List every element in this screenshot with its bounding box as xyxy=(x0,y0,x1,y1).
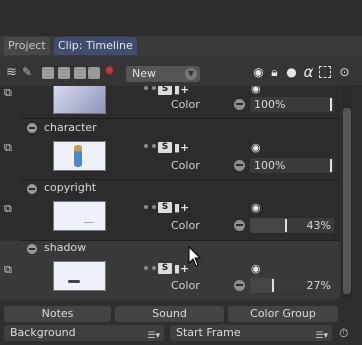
minus-icon[interactable] xyxy=(234,160,245,171)
tag-icon: ⧉ xyxy=(4,86,12,99)
copyright-mark xyxy=(84,222,94,223)
dots-icon xyxy=(144,205,156,209)
minus-icon[interactable] xyxy=(234,280,245,291)
notes-button[interactable]: Notes xyxy=(4,306,111,322)
attr-label: Color xyxy=(171,159,200,172)
tab-clip-timeline[interactable]: Clip: Timeline xyxy=(54,37,137,55)
layer-thumbnail xyxy=(53,261,106,291)
background-label: Background xyxy=(10,326,76,339)
tag-icon: ⧉ xyxy=(4,141,12,154)
target-icon[interactable]: ⊙ xyxy=(338,66,351,79)
layer-row[interactable]: ⧉ shadow S ▮+ ◉ Color 27% xyxy=(0,241,340,299)
character-figure xyxy=(74,145,82,167)
folder-icon[interactable] xyxy=(42,67,54,79)
layer-row[interactable]: ⧉ character S ▮+ ◉ Color 100% xyxy=(0,119,340,179)
opacity-slider[interactable]: 100% xyxy=(250,97,334,112)
opacity-value: 100% xyxy=(254,159,286,172)
tag-icon: ⧉ xyxy=(4,263,12,276)
s-badge[interactable]: S xyxy=(158,142,172,153)
eye-icon[interactable]: ◉ xyxy=(251,202,265,213)
eye-icon[interactable]: ◉ xyxy=(252,66,265,79)
attr-label: Color xyxy=(171,279,200,292)
slider-knob[interactable] xyxy=(272,279,274,292)
tab-project[interactable]: Project xyxy=(4,37,50,55)
dots-icon xyxy=(144,266,156,270)
dots-icon xyxy=(144,144,156,148)
scrollbar-thumb[interactable] xyxy=(343,108,351,294)
slider-knob[interactable] xyxy=(330,159,332,172)
layer-name: copyright xyxy=(44,181,97,194)
opacity-value: 43% xyxy=(306,219,331,232)
eye-icon[interactable]: ◉ xyxy=(251,86,265,94)
eye-icon[interactable]: ◉ xyxy=(251,142,265,153)
shadow-mark xyxy=(68,280,80,283)
layers-icon[interactable]: ≋ xyxy=(6,65,17,80)
folder-icon[interactable] xyxy=(58,67,70,79)
start-frame-label: Start Frame xyxy=(176,326,241,339)
start-frame-select[interactable]: Start Frame ☰▾ xyxy=(170,325,332,341)
star-icon[interactable]: ✹ xyxy=(104,64,115,79)
layer-thumbnail xyxy=(53,141,106,171)
layer-thumbnail xyxy=(53,86,106,114)
folder-icon[interactable] xyxy=(74,67,86,79)
eye-icon[interactable]: ◉ xyxy=(251,263,265,274)
slider-knob[interactable] xyxy=(285,219,287,232)
folder-icon[interactable] xyxy=(88,67,100,79)
s-badge[interactable]: S xyxy=(158,263,172,274)
add-icon[interactable]: ▮+ xyxy=(174,202,189,213)
s-badge[interactable]: S xyxy=(158,86,172,95)
add-icon[interactable]: ▮+ xyxy=(174,86,189,95)
layer-row[interactable]: ⧉ S ▮+ ◉ Color 100% xyxy=(0,86,340,119)
select-icon[interactable] xyxy=(319,66,331,78)
layer-row[interactable]: ⧉ copyright S ▮+ ◉ Color 43% xyxy=(0,180,340,240)
bones-icon[interactable]: ✎ xyxy=(22,65,32,79)
minus-icon[interactable] xyxy=(234,99,245,110)
opacity-value: 100% xyxy=(254,98,286,111)
background-select[interactable]: Background ☰▾ xyxy=(4,325,164,341)
top-strip xyxy=(0,0,362,36)
sound-button[interactable]: Sound xyxy=(115,306,224,322)
opacity-value: 27% xyxy=(306,279,331,292)
opacity-slider[interactable]: 43% xyxy=(250,218,334,233)
collapse-icon[interactable] xyxy=(27,244,37,254)
layer-thumbnail xyxy=(53,201,106,231)
add-icon[interactable]: ▮+ xyxy=(174,142,189,153)
s-badge[interactable]: S xyxy=(158,202,172,213)
new-layer-label: New xyxy=(132,67,156,80)
slider-knob[interactable] xyxy=(330,98,332,111)
timer-icon[interactable]: ⏱ xyxy=(339,326,348,341)
color-group-button[interactable]: Color Group xyxy=(228,306,338,322)
opacity-slider[interactable]: 100% xyxy=(250,158,334,173)
tag-icon: ⧉ xyxy=(4,202,12,215)
layer-name: character xyxy=(44,121,97,134)
opacity-slider[interactable]: 27% xyxy=(250,278,334,293)
collapse-icon[interactable] xyxy=(27,184,37,194)
collapse-icon[interactable] xyxy=(27,123,37,133)
layer-list: ⧉ S ▮+ ◉ Color 100% ⧉ character S ▮+ ◉ C… xyxy=(0,86,340,299)
new-layer-select[interactable]: New ▼ xyxy=(126,66,200,82)
menu-icon: ☰▾ xyxy=(315,331,328,341)
lock-icon[interactable]: 🔒︎ xyxy=(268,66,281,79)
alpha-icon[interactable]: α xyxy=(302,65,315,80)
chevron-down-icon: ▼ xyxy=(185,68,197,80)
add-icon[interactable]: ▮+ xyxy=(174,263,189,274)
menu-icon: ☰▾ xyxy=(147,331,160,341)
bulb-icon[interactable]: ● xyxy=(285,66,298,79)
attr-label: Color xyxy=(171,219,200,232)
layer-name: shadow xyxy=(44,241,87,254)
mouse-cursor-icon xyxy=(188,246,202,267)
minus-icon[interactable] xyxy=(234,220,245,231)
dots-icon xyxy=(144,86,156,90)
attr-label: Color xyxy=(171,98,200,111)
